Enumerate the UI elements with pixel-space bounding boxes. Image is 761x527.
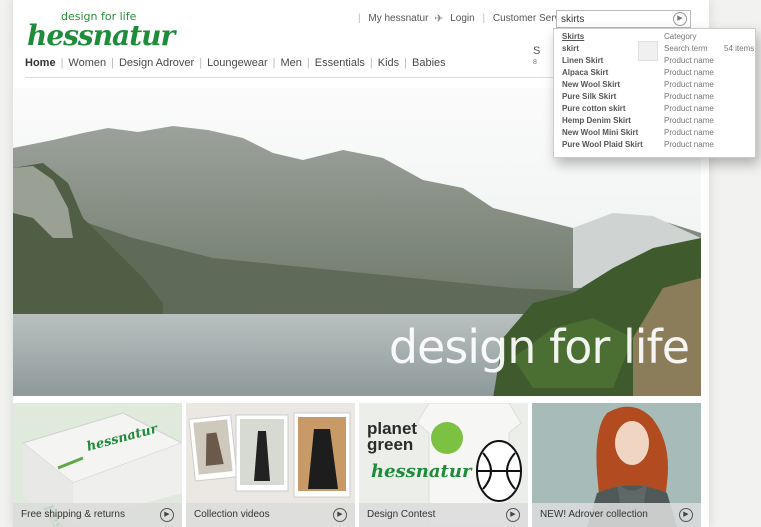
login-link[interactable]: Login — [450, 13, 474, 24]
suggestion-name: Pure Silk Skirt — [562, 92, 617, 101]
brand-wordmark: hessnatur — [27, 19, 175, 52]
tile-free-shipping[interactable]: hessnatur hess Free shipping & returns ▶ — [13, 403, 182, 527]
suggestion-row[interactable]: Pure Wool Plaid Skirt Product name — [554, 139, 755, 151]
planet-green-logo: planet green — [367, 420, 417, 454]
hummingbird-icon: ✈ — [434, 13, 444, 25]
nav-design-adrover[interactable]: Design Adrover — [114, 57, 199, 69]
nav-home[interactable]: Home — [25, 57, 61, 69]
suggestion-row[interactable]: Skirts Category — [554, 31, 755, 43]
suggestion-count: 54 items — [724, 44, 755, 53]
suggestion-type: Category — [664, 32, 697, 41]
play-circle-icon[interactable]: ▶ — [679, 508, 693, 522]
search-autocomplete-dropdown: Skirts Category skirt Search term 54 ite… — [553, 28, 756, 158]
nav-babies[interactable]: Babies — [407, 57, 451, 69]
suggestion-name: Pure Wool Plaid Skirt — [562, 140, 643, 149]
nav-kids[interactable]: Kids — [373, 57, 404, 69]
suggestion-row[interactable]: Pure cotton skirt Product name — [554, 103, 755, 115]
suggestion-name: New Wool Mini Skirt — [562, 128, 639, 137]
suggestion-name: New Wool Skirt — [562, 80, 621, 89]
suggestion-type: Search term — [664, 44, 708, 53]
promo-tiles: hessnatur hess Free shipping & returns ▶… — [13, 403, 701, 527]
nav-loungewear[interactable]: Loungewear — [202, 57, 273, 69]
search-submit-icon[interactable]: ▶ — [673, 12, 687, 26]
nav-men[interactable]: Men — [275, 57, 306, 69]
search-input[interactable] — [556, 10, 691, 28]
suggestion-row[interactable]: Linen Skirt Product name — [554, 55, 755, 67]
tile-caption: Free shipping & returns — [13, 503, 182, 527]
tile-caption: Collection videos — [186, 503, 355, 527]
my-account-link[interactable]: My hessnatur — [368, 13, 428, 24]
divider: | — [358, 13, 361, 24]
play-circle-icon[interactable]: ▶ — [333, 508, 347, 522]
suggestion-row[interactable]: New Wool Mini Skirt Product name — [554, 127, 755, 139]
logo[interactable]: design for life hessnatur — [27, 10, 177, 54]
tile-collection-videos[interactable]: Collection videos ▶ — [186, 403, 355, 527]
tile-adrover-collection[interactable]: NEW! Adrover collection ▶ — [532, 403, 701, 527]
tile-design-contest[interactable]: planet green hessnatur Design Contest ▶ — [359, 403, 528, 527]
tile-caption: Design Contest — [359, 503, 528, 527]
suggestion-type: Product name — [664, 68, 714, 77]
contest-wordmark: hessnatur — [371, 461, 472, 482]
suggestion-row[interactable]: Hemp Denim Skirt Product name — [554, 115, 755, 127]
suggestion-name: Linen Skirt — [562, 56, 604, 65]
suggestion-row[interactable]: Alpaca Skirt Product name — [554, 67, 755, 79]
main-nav: Home | Women | Design Adrover | Loungewear | Men… — [25, 57, 451, 69]
play-circle-icon[interactable]: ▶ — [506, 508, 520, 522]
suggestion-type: Product name — [664, 128, 714, 137]
green-text: green — [367, 435, 414, 454]
nav-women[interactable]: Women — [63, 57, 111, 69]
suggestion-type: Product name — [664, 80, 714, 89]
suggestion-type: Product name — [664, 140, 714, 149]
hero-headline: design for life — [388, 320, 690, 374]
topbar: | My hessnatur ✈ Login | Customer Servic… — [353, 12, 588, 26]
divider: | — [482, 13, 486, 24]
suggestion-row[interactable]: Pure Silk Skirt Product name — [554, 91, 755, 103]
suggestion-row[interactable]: New Wool Skirt Product name — [554, 79, 755, 91]
suggestion-type: Product name — [664, 92, 714, 101]
suggestion-name: Alpaca Skirt — [562, 68, 609, 77]
suggestion-row[interactable]: skirt Search term 54 items — [554, 43, 755, 55]
suggestion-name: skirt — [562, 44, 579, 53]
suggestion-type: Product name — [664, 56, 714, 65]
suggestion-name: Skirts — [562, 32, 585, 41]
tile-caption: NEW! Adrover collection — [532, 503, 701, 527]
suggestion-name: Hemp Denim Skirt — [562, 116, 631, 125]
suggestion-name: Pure cotton skirt — [562, 104, 626, 113]
play-circle-icon[interactable]: ▶ — [160, 508, 174, 522]
suggestion-type: Product name — [664, 104, 714, 113]
nav-essentials[interactable]: Essentials — [310, 57, 370, 69]
suggestion-type: Product name — [664, 116, 714, 125]
